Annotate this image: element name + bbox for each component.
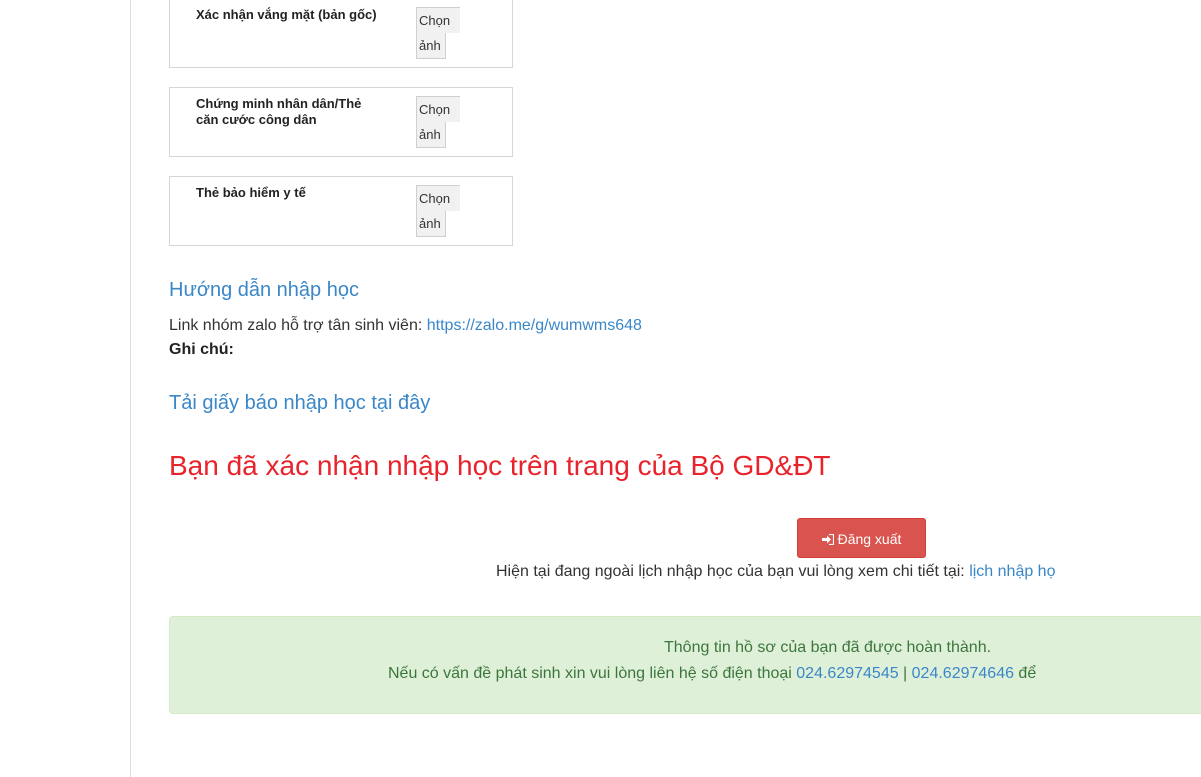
doc-label: Xác nhận vắng mặt (bản gốc) xyxy=(196,7,377,22)
page: Xác nhận vắng mặt (bản gốc) Chọn ảnh Chứ… xyxy=(0,0,1201,777)
choose-image-button[interactable]: Chọn ảnh xyxy=(416,96,460,148)
choose-image-label-line2: ảnh xyxy=(416,33,446,59)
doc-label: Chứng minh nhân dân/Thẻ căn cước công dâ… xyxy=(196,96,362,127)
zalo-group-link[interactable]: https://zalo.me/g/wumwms648 xyxy=(427,317,642,334)
choose-image-button[interactable]: Chọn ảnh xyxy=(416,185,460,237)
choose-image-label-line1: Chọn xyxy=(416,96,460,122)
logout-label: Đăng xuất xyxy=(837,531,902,547)
success-message: Thông tin hồ sơ của bạn đã được hoàn thà… xyxy=(664,639,992,656)
zalo-prefix-text: Link nhóm zalo hỗ trợ tân sinh viên: xyxy=(169,317,427,334)
sign-out-icon xyxy=(821,520,834,560)
schedule-notice-text: Hiện tại đang ngoài lịch nhập học của bạ… xyxy=(496,563,970,580)
doc-box-id-card: Chứng minh nhân dân/Thẻ căn cước công dâ… xyxy=(169,87,513,157)
schedule-notice: Hiện tại đang ngoài lịch nhập học của bạ… xyxy=(496,563,1055,581)
admission-guide-link[interactable]: Hướng dẫn nhập học xyxy=(169,279,359,302)
phone-link-2[interactable]: 024.62974646 xyxy=(912,665,1014,682)
phone-link-1[interactable]: 024.62974545 xyxy=(796,665,898,682)
choose-image-label-line2: ảnh xyxy=(416,122,446,148)
doc-label: Thẻ bảo hiểm y tế xyxy=(196,185,306,200)
contact-line: Nếu có vấn đề phát sinh xin vui lòng liê… xyxy=(388,665,1036,683)
confirmed-message: Bạn đã xác nhận nhập học trên trang của … xyxy=(169,450,831,481)
schedule-link[interactable]: lịch nhập họ xyxy=(969,563,1055,580)
phone-separator: | xyxy=(898,665,912,682)
choose-image-label-line1: Chọn xyxy=(416,7,460,33)
success-alert: Thông tin hồ sơ của bạn đã được hoàn thà… xyxy=(169,616,1201,714)
contact-suffix: để xyxy=(1013,665,1037,682)
download-admission-letter-link[interactable]: Tải giấy báo nhập học tại đây xyxy=(169,392,430,415)
choose-image-button[interactable]: Chọn ảnh xyxy=(416,7,460,59)
contact-prefix: Nếu có vấn đề phát sinh xin vui lòng liê… xyxy=(388,665,797,682)
doc-box-health-insurance: Thẻ bảo hiểm y tế Chọn ảnh xyxy=(169,176,513,246)
note-label: Ghi chú: xyxy=(169,341,234,358)
choose-image-label-line2: ảnh xyxy=(416,211,446,237)
logout-button[interactable]: Đăng xuất xyxy=(797,518,926,558)
zalo-group-line: Link nhóm zalo hỗ trợ tân sinh viên: htt… xyxy=(169,317,642,335)
choose-image-label-line1: Chọn xyxy=(416,185,460,211)
left-divider xyxy=(130,0,131,777)
doc-box-absence-confirmation: Xác nhận vắng mặt (bản gốc) Chọn ảnh xyxy=(169,0,513,68)
